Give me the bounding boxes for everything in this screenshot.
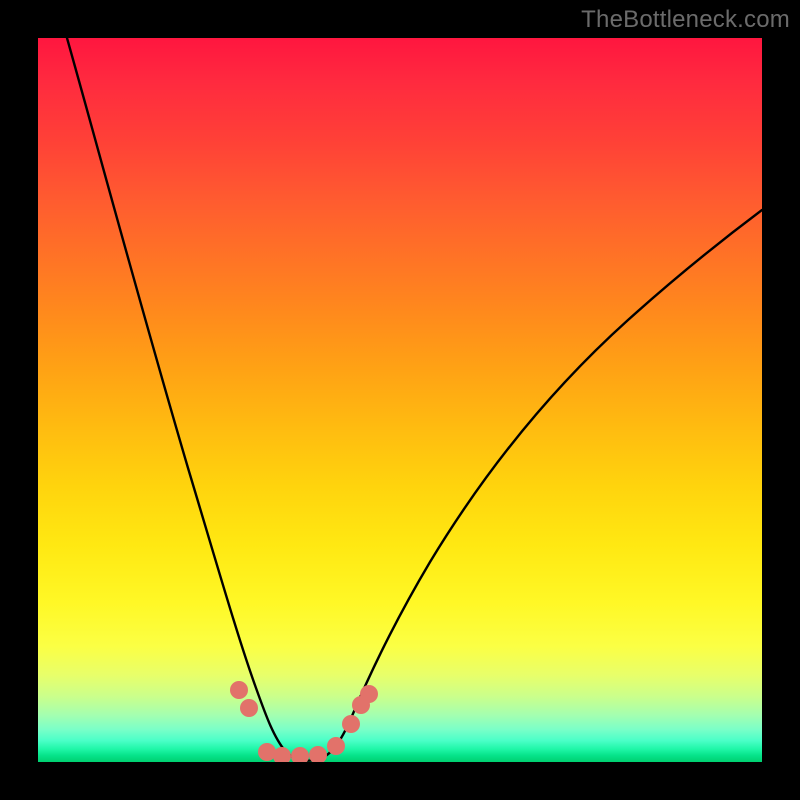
chart-frame: TheBottleneck.com	[0, 0, 800, 800]
bottleneck-curve	[67, 38, 762, 761]
watermark-text: TheBottleneck.com	[581, 6, 790, 34]
plot-area	[38, 38, 762, 762]
highlight-dots	[230, 681, 378, 762]
curve-svg	[38, 38, 762, 762]
